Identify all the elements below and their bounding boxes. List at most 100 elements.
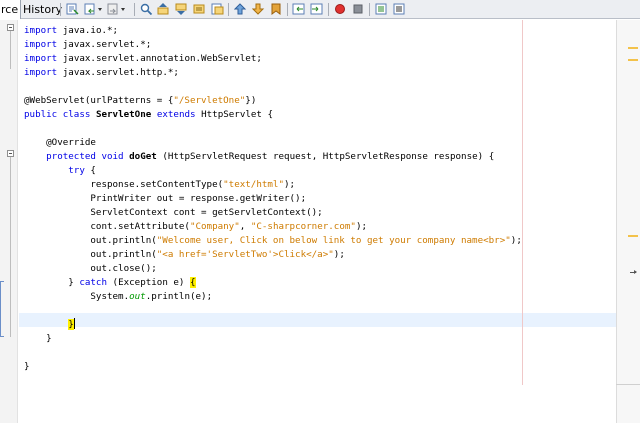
code-line[interactable]: ServletContext cont = getServletContext(… bbox=[24, 206, 522, 220]
code-line[interactable]: out.close(); bbox=[24, 262, 522, 276]
code-line[interactable]: System.out.println(e); bbox=[24, 290, 522, 304]
keyword-token: import bbox=[24, 67, 58, 78]
code-line[interactable]: @WebServlet(urlPatterns = {"/ServletOne"… bbox=[24, 94, 522, 108]
tab-source[interactable]: rce bbox=[0, 0, 21, 19]
shift-left-icon[interactable] bbox=[292, 3, 305, 15]
code-token: (HttpServletRequest request, HttpServlet… bbox=[162, 151, 495, 162]
code-token: doGet bbox=[129, 151, 157, 162]
code-line[interactable]: import javax.servlet.annotation.WebServl… bbox=[24, 52, 522, 66]
toolbar-separator bbox=[228, 3, 229, 16]
tab-history[interactable]: History bbox=[23, 0, 62, 19]
toolbar-separator bbox=[60, 3, 61, 16]
scroll-divider bbox=[616, 384, 640, 385]
uncomment-icon[interactable] bbox=[393, 3, 406, 15]
comment-icon[interactable] bbox=[375, 3, 388, 15]
code-token: .println(e); bbox=[145, 291, 213, 302]
code-line[interactable]: import java.io.*; bbox=[24, 24, 522, 38]
code-token: javax.servlet.http.*; bbox=[62, 67, 179, 78]
code-line[interactable]: public class ServletOne extends HttpServ… bbox=[24, 108, 522, 122]
code-line[interactable]: } bbox=[24, 318, 522, 332]
code-line[interactable]: try { bbox=[24, 164, 522, 178]
code-line[interactable]: out.println("<a href='ServletTwo'>Click<… bbox=[24, 248, 522, 262]
code-line[interactable] bbox=[24, 122, 522, 136]
back-dropdown-icon[interactable] bbox=[97, 3, 103, 15]
block-bracket bbox=[0, 281, 4, 337]
fold-guide bbox=[10, 31, 11, 69]
warning-mark[interactable] bbox=[628, 235, 638, 237]
code-line[interactable]: protected void doGet (HttpServletRequest… bbox=[24, 150, 522, 164]
code-token: out.println( bbox=[24, 249, 157, 260]
code-token: { bbox=[190, 277, 196, 288]
line-gutter[interactable] bbox=[0, 20, 18, 423]
code-token: @Override bbox=[24, 137, 96, 148]
back-icon[interactable] bbox=[84, 3, 97, 15]
right-margin-guide bbox=[522, 20, 523, 385]
code-token: @WebServlet(urlPatterns = { bbox=[24, 95, 174, 106]
source-code[interactable]: import java.io.*; import javax.servlet.*;… bbox=[24, 24, 522, 374]
code-line[interactable]: out.println("Welcome user, Click on belo… bbox=[24, 234, 521, 248]
code-line[interactable]: PrintWriter out = response.getWriter(); bbox=[24, 192, 522, 206]
string-token: "Company" bbox=[189, 221, 240, 232]
code-token: response.setContentType( bbox=[24, 179, 224, 190]
code-token: javax.servlet.*; bbox=[62, 39, 152, 50]
find-next-icon[interactable] bbox=[175, 3, 188, 15]
code-line[interactable] bbox=[24, 346, 522, 360]
fold-toggle-icon[interactable] bbox=[7, 150, 14, 157]
tab-source-label: rce bbox=[1, 3, 19, 16]
code-line[interactable] bbox=[24, 304, 522, 318]
find-previous-icon[interactable] bbox=[157, 3, 170, 15]
toolbar-separator bbox=[287, 3, 288, 16]
keyword-token: protected void bbox=[24, 151, 124, 162]
toolbar-separator bbox=[134, 3, 135, 16]
code-token: , bbox=[239, 221, 251, 232]
start-macro-icon[interactable] bbox=[334, 3, 347, 15]
string-token: "C-sharpcorner.com" bbox=[250, 221, 356, 232]
code-line[interactable]: @Override bbox=[24, 136, 522, 150]
find-selection-icon[interactable] bbox=[140, 3, 153, 15]
code-line[interactable]: import javax.servlet.*; bbox=[24, 38, 522, 52]
fold-guide bbox=[10, 157, 11, 337]
tab-history-label: History bbox=[23, 3, 63, 16]
keyword-token: try bbox=[24, 165, 85, 176]
code-token: out.println( bbox=[24, 235, 157, 246]
code-token: ); bbox=[333, 249, 345, 260]
text-caret bbox=[73, 318, 75, 329]
code-line[interactable]: } catch (Exception e) { bbox=[24, 276, 522, 290]
previous-bookmark-icon[interactable] bbox=[234, 3, 247, 15]
code-line[interactable]: response.setContentType("text/html"); bbox=[24, 178, 522, 192]
keyword-token: import bbox=[24, 25, 58, 36]
code-token: out.close(); bbox=[24, 263, 157, 274]
warning-mark[interactable] bbox=[628, 47, 638, 49]
forward-dropdown-icon[interactable] bbox=[120, 3, 126, 15]
code-token: }) bbox=[245, 95, 257, 106]
keyword-token: catch bbox=[79, 277, 107, 288]
last-edit-icon[interactable] bbox=[66, 3, 79, 15]
toggle-rectangular-icon[interactable] bbox=[211, 3, 224, 15]
toggle-bookmark-icon[interactable] bbox=[270, 3, 283, 15]
code-token: PrintWriter out = response.getWriter(); bbox=[24, 193, 307, 204]
fold-toggle-icon[interactable] bbox=[7, 24, 14, 31]
shift-right-icon[interactable] bbox=[310, 3, 323, 15]
code-line[interactable] bbox=[24, 80, 522, 94]
string-token: "text/html" bbox=[223, 179, 284, 190]
string-token: "/ServletOne" bbox=[173, 95, 246, 106]
code-token: } bbox=[24, 333, 52, 344]
code-token: } bbox=[24, 361, 30, 372]
code-token: HttpServlet { bbox=[201, 109, 274, 120]
toolbar-separator bbox=[328, 3, 329, 16]
error-stripe[interactable] bbox=[616, 20, 640, 423]
forward-icon[interactable] bbox=[107, 3, 120, 15]
code-token: (Exception e) bbox=[112, 277, 190, 288]
code-line[interactable]: } bbox=[24, 360, 522, 374]
code-token: out bbox=[129, 291, 146, 302]
next-bookmark-icon[interactable] bbox=[252, 3, 265, 15]
code-token: ); bbox=[355, 221, 368, 232]
code-token: System. bbox=[24, 291, 130, 302]
toggle-highlight-icon[interactable] bbox=[193, 3, 206, 15]
warning-mark[interactable] bbox=[628, 59, 638, 61]
code-line[interactable]: import javax.servlet.http.*; bbox=[24, 66, 522, 80]
code-line[interactable]: } bbox=[24, 332, 522, 346]
code-line[interactable]: cont.setAttribute("Company", "C-sharpcor… bbox=[24, 220, 522, 234]
stop-macro-icon[interactable] bbox=[352, 3, 365, 15]
